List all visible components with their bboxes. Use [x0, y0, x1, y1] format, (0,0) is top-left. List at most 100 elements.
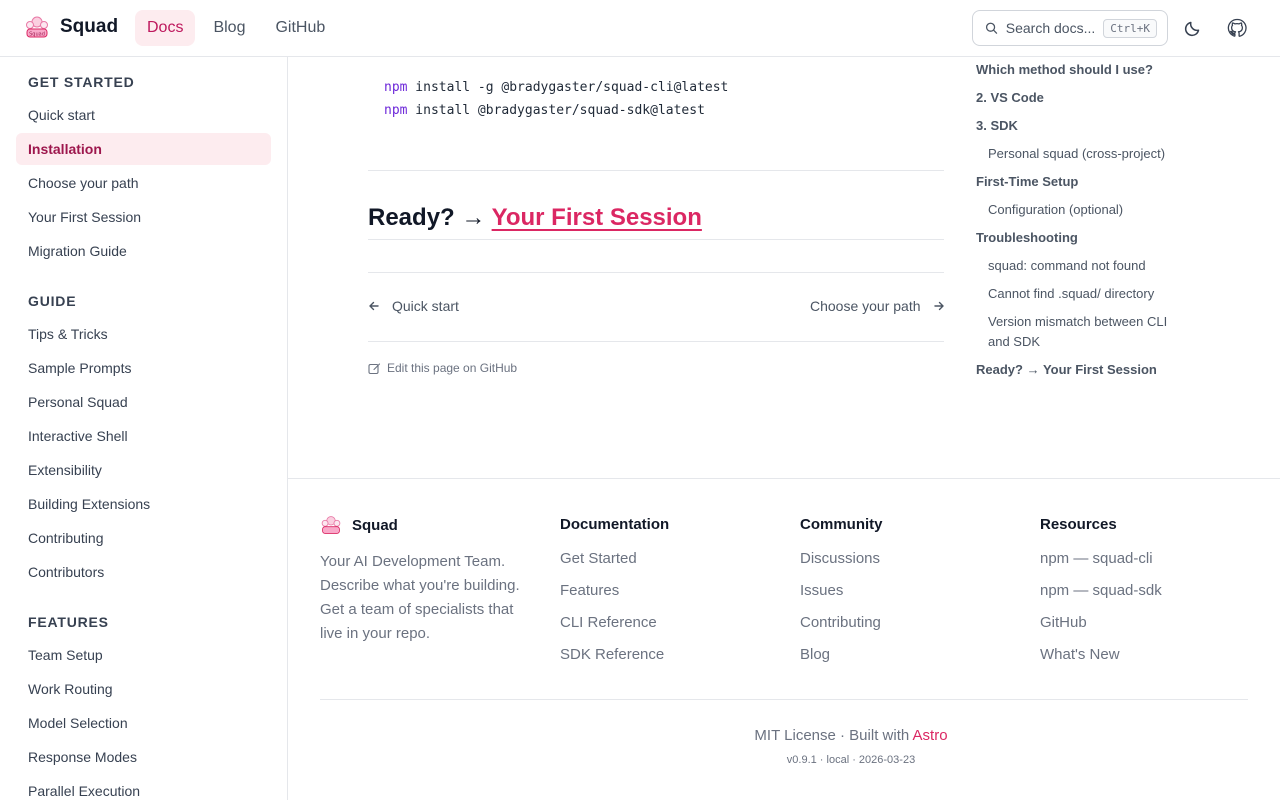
footer-column-resources: Resources npm — squad-cli npm — squad-sd… — [1040, 514, 1162, 678]
divider — [368, 341, 944, 342]
toc-item[interactable]: Configuration (optional) — [976, 200, 1206, 220]
ready-heading: Ready? → Your First Session — [368, 204, 702, 232]
next-page-link[interactable]: Choose your path — [810, 298, 945, 314]
footer-link[interactable]: Discussions — [800, 550, 883, 582]
moon-icon — [1184, 21, 1200, 37]
footer-version: v0.9.1 · local · 2026-03-23 — [786, 754, 916, 766]
sidebar-section-title: GUIDE — [28, 293, 77, 309]
footer-column-title: Documentation — [560, 516, 670, 533]
footer: Squad Your AI Development Team. Describe… — [288, 478, 1280, 800]
prev-page-link[interactable]: Quick start — [368, 298, 459, 314]
toc-item[interactable]: Version mismatch between CLI and SDK — [976, 312, 1176, 352]
footer-description: Your AI Development Team. Describe what … — [320, 553, 520, 642]
toc-item[interactable]: Cannot find .squad/ directory — [976, 284, 1206, 304]
footer-brand[interactable]: Squad — [320, 514, 525, 536]
toc-item[interactable]: First-Time Setup — [976, 172, 1206, 192]
footer-column-community: Community Discussions Issues Contributin… — [800, 514, 883, 678]
code-args: install -g @bradygaster/squad-cli@latest — [407, 80, 729, 95]
footer-column-title: Community — [800, 516, 883, 533]
footer-brand-column: Squad Your AI Development Team. Describe… — [320, 514, 525, 646]
sidebar-item-team-setup[interactable]: Team Setup — [16, 639, 271, 671]
footer-link[interactable]: npm — squad-cli — [1040, 550, 1162, 582]
toc-item[interactable]: Ready? → Your First Session — [976, 360, 1206, 380]
sidebar: GET STARTED Quick start Installation Cho… — [0, 57, 288, 800]
code-command: npm — [384, 103, 408, 118]
footer-link[interactable]: npm — squad-sdk — [1040, 582, 1162, 614]
footer-link[interactable]: CLI Reference — [560, 614, 669, 646]
search-placeholder: Search docs... — [1005, 20, 1096, 36]
sidebar-section-get-started: GET STARTED Quick start Installation Cho… — [0, 72, 287, 267]
footer-link[interactable]: GitHub — [1040, 614, 1162, 646]
code-block: npm install -g @bradygaster/squad-cli@la… — [384, 76, 728, 122]
footer-license: MIT License · Built with Astro — [288, 727, 1280, 744]
arrow-right-icon — [933, 301, 944, 311]
footer-link[interactable]: Issues — [800, 582, 883, 614]
sidebar-section-title: GET STARTED — [28, 74, 135, 90]
table-of-contents: Which method should I use? 2. VS Code 3.… — [976, 60, 1206, 388]
squad-logo-icon — [321, 516, 341, 534]
footer-link[interactable]: Blog — [800, 646, 883, 678]
astro-link[interactable]: Astro — [913, 727, 948, 744]
theme-toggle-button[interactable] — [1182, 17, 1204, 39]
svg-text:Squad: Squad — [29, 32, 45, 38]
sidebar-item-response-modes[interactable]: Response Modes — [16, 741, 271, 773]
footer-brand-name: Squad — [352, 516, 398, 534]
sidebar-item-interactive-shell[interactable]: Interactive Shell — [16, 420, 271, 452]
sidebar-item-your-first-session[interactable]: Your First Session — [16, 201, 271, 233]
edit-icon — [368, 362, 381, 374]
sidebar-item-parallel-execution[interactable]: Parallel Execution — [16, 775, 271, 800]
sidebar-item-personal-squad[interactable]: Personal Squad — [16, 386, 271, 418]
sidebar-item-extensibility[interactable]: Extensibility — [16, 454, 271, 486]
sidebar-item-tips-tricks[interactable]: Tips & Tricks — [16, 318, 271, 350]
divider — [368, 272, 944, 273]
toc-item[interactable]: Personal squad (cross-project) — [976, 144, 1206, 164]
nav-github[interactable]: GitHub — [263, 10, 337, 46]
footer-link[interactable]: What's New — [1040, 646, 1162, 678]
ready-prefix: Ready? → — [368, 204, 486, 231]
search-icon — [985, 22, 998, 34]
code-line: npm install -g @bradygaster/squad-cli@la… — [384, 76, 728, 99]
edit-page-link[interactable]: Edit this page on GitHub — [368, 361, 517, 375]
squad-logo-icon: Squad — [26, 16, 48, 38]
toc-item[interactable]: squad: command not found — [976, 256, 1206, 276]
footer-column-documentation: Documentation Get Started Features CLI R… — [560, 514, 669, 678]
nav-docs[interactable]: Docs — [135, 10, 196, 46]
sidebar-item-contributors[interactable]: Contributors — [16, 556, 271, 588]
code-args: install @bradygaster/squad-sdk@latest — [407, 103, 705, 118]
next-page-label: Choose your path — [810, 298, 921, 314]
toc-item[interactable]: 2. VS Code — [976, 88, 1206, 108]
prev-page-label: Quick start — [392, 298, 459, 314]
sidebar-item-choose-your-path[interactable]: Choose your path — [16, 167, 271, 199]
top-nav: Docs Blog GitHub — [135, 10, 337, 46]
sidebar-item-building-extensions[interactable]: Building Extensions — [16, 488, 271, 520]
brand-link[interactable]: Squad Squad — [24, 14, 118, 40]
footer-link[interactable]: Contributing — [800, 614, 883, 646]
github-icon — [1227, 18, 1247, 37]
footer-column-title: Resources — [1040, 516, 1117, 533]
search-shortcut: Ctrl+K — [1103, 18, 1157, 38]
sidebar-item-work-routing[interactable]: Work Routing — [16, 673, 271, 705]
sidebar-item-model-selection[interactable]: Model Selection — [16, 707, 271, 739]
footer-link[interactable]: SDK Reference — [560, 646, 669, 678]
github-button[interactable] — [1226, 17, 1248, 39]
brand-name: Squad — [60, 16, 119, 37]
sidebar-section-features: FEATURES Team Setup Work Routing Model S… — [0, 612, 287, 800]
sidebar-item-sample-prompts[interactable]: Sample Prompts — [16, 352, 271, 384]
divider — [368, 170, 944, 171]
sidebar-section-title: FEATURES — [28, 614, 109, 630]
toc-item[interactable]: 3. SDK — [976, 116, 1206, 136]
top-header: Squad Squad Docs Blog GitHub Search docs… — [0, 0, 1280, 57]
footer-link[interactable]: Get Started — [560, 550, 669, 582]
license-text: MIT License · Built with — [754, 727, 913, 744]
sidebar-item-installation[interactable]: Installation — [16, 133, 271, 165]
nav-blog[interactable]: Blog — [201, 10, 257, 46]
ready-link[interactable]: Your First Session — [492, 204, 702, 231]
toc-item[interactable]: Which method should I use? — [976, 60, 1206, 80]
sidebar-item-contributing[interactable]: Contributing — [16, 522, 271, 554]
sidebar-section-guide: GUIDE Tips & Tricks Sample Prompts Perso… — [0, 291, 287, 588]
sidebar-item-quick-start[interactable]: Quick start — [16, 99, 271, 131]
sidebar-item-migration-guide[interactable]: Migration Guide — [16, 235, 271, 267]
footer-link[interactable]: Features — [560, 582, 669, 614]
search-button[interactable]: Search docs... Ctrl+K — [972, 10, 1168, 46]
toc-item[interactable]: Troubleshooting — [976, 228, 1206, 248]
